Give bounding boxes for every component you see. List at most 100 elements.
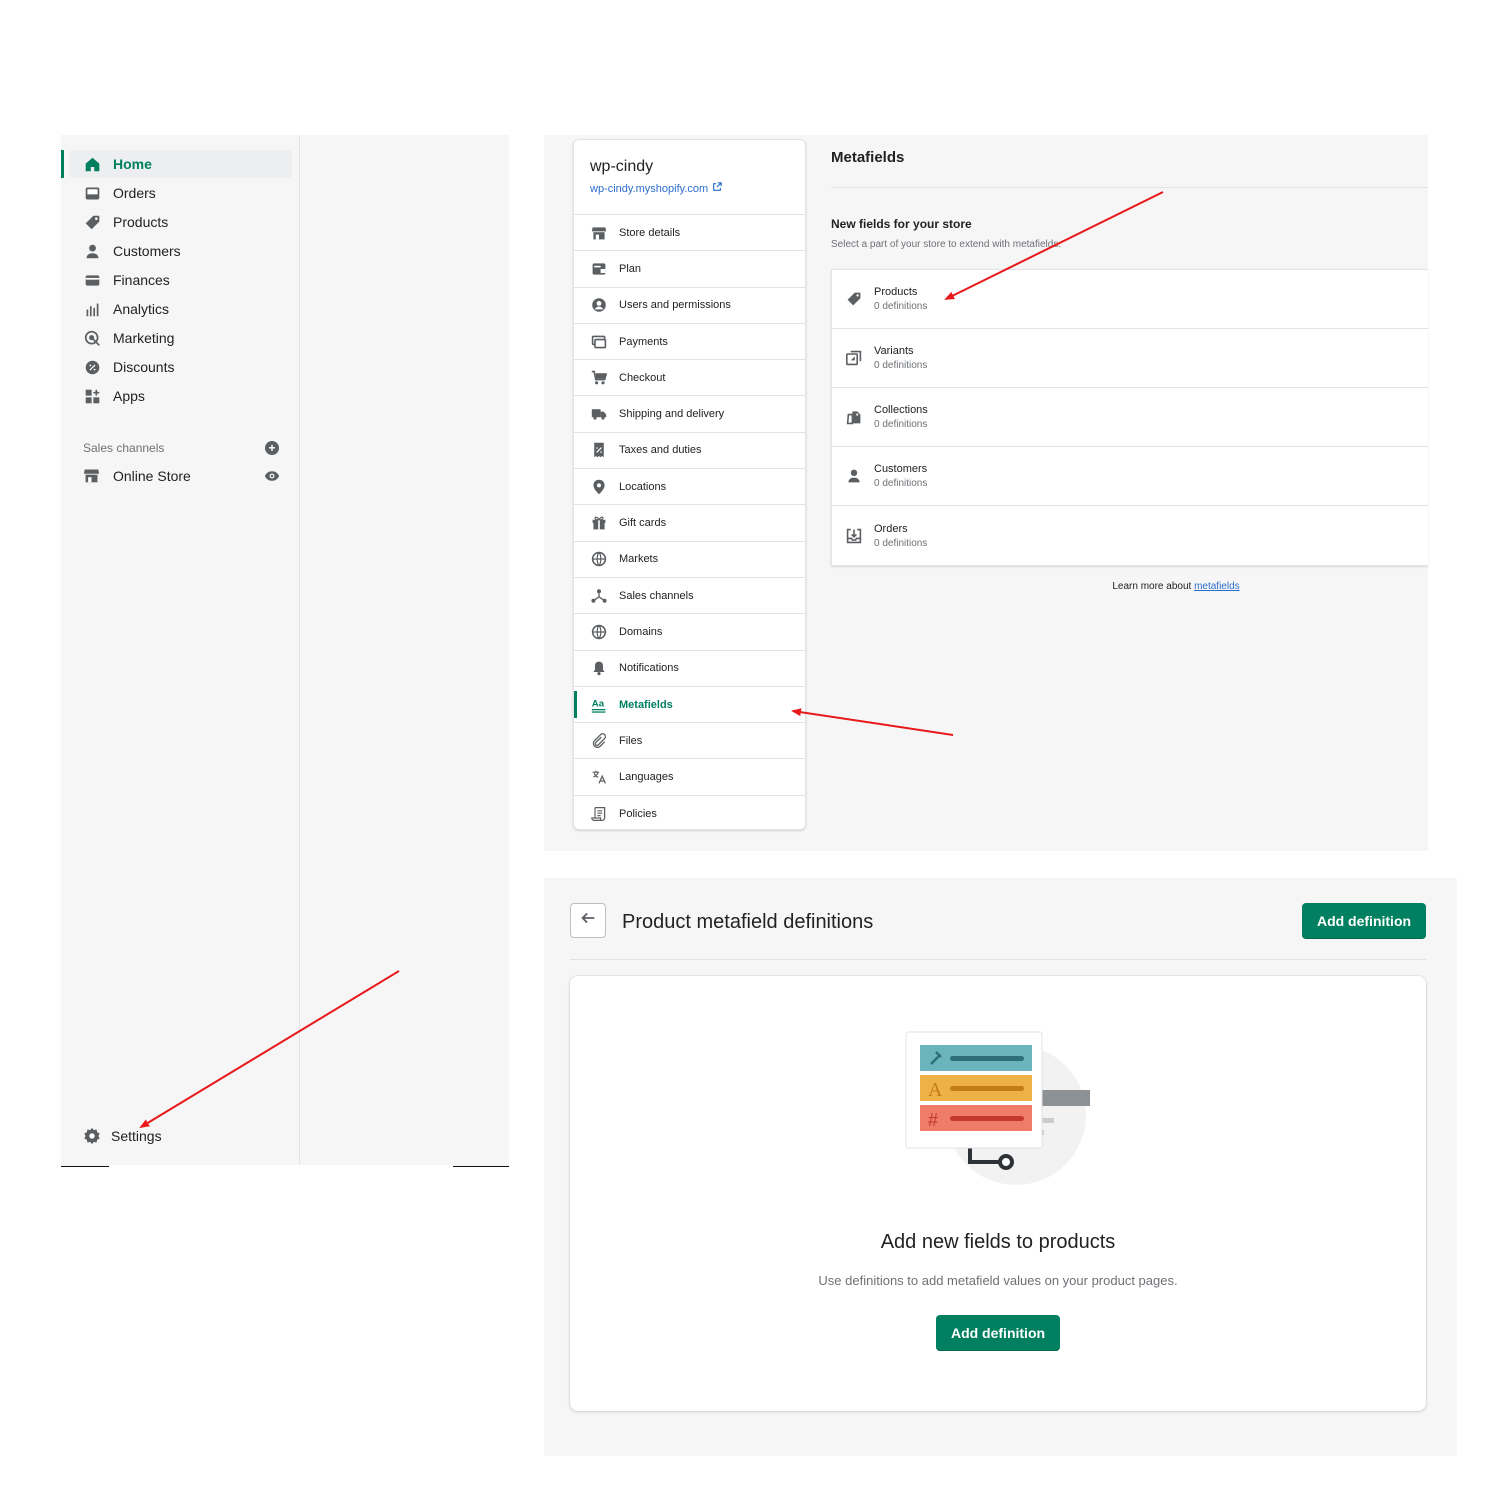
nav-item-finances[interactable]: Finances [69, 266, 292, 294]
globe-icon [590, 623, 608, 641]
bell-icon [590, 659, 608, 677]
metafield-row-variants[interactable]: Variants 0 definitions [832, 329, 1428, 388]
row-title: Variants [874, 345, 914, 357]
nav-item-customers[interactable]: Customers [69, 237, 292, 265]
nav-item-marketing[interactable]: Marketing [69, 324, 292, 352]
eye-icon[interactable] [264, 469, 280, 483]
store-name: wp-cindy [590, 158, 654, 175]
settings-item-plan[interactable]: Plan [574, 251, 805, 288]
learn-more-text: Learn more about metafields [831, 581, 1500, 592]
admin-sidebar-panel: Home Orders Products Customers Finances … [61, 135, 509, 1167]
external-link-icon [712, 182, 722, 195]
nav-item-label: Home [113, 156, 152, 172]
home-icon [83, 155, 101, 173]
nav-item-online-store[interactable]: Online Store [69, 462, 292, 490]
gift-icon [590, 514, 608, 532]
paperclip-icon [590, 732, 608, 750]
settings-item-sales-channels[interactable]: Sales channels [574, 578, 805, 615]
nav-item-analytics[interactable]: Analytics [69, 295, 292, 323]
metafield-row-products[interactable]: Products 0 definitions [832, 270, 1428, 329]
apps-icon [83, 387, 101, 405]
add-definition-button[interactable]: Add definition [1302, 903, 1426, 939]
settings-item-payments[interactable]: Payments [574, 324, 805, 361]
svg-text:#: # [928, 1110, 938, 1130]
settings-item-store-details[interactable]: Store details [574, 215, 805, 252]
settings-item-markets[interactable]: Markets [574, 542, 805, 578]
settings-item-locations[interactable]: Locations [574, 469, 805, 506]
add-channel-icon[interactable]: + [265, 441, 279, 455]
settings-item-gift-cards[interactable]: Gift cards [574, 505, 805, 542]
location-icon [590, 478, 608, 496]
settings-panel: wp-cindy wp-cindy.myshopify.com Store de… [544, 135, 1428, 851]
settings-item-shipping[interactable]: Shipping and delivery [574, 396, 805, 433]
person-icon [83, 242, 101, 260]
metafield-row-orders[interactable]: Orders 0 definitions [832, 506, 1428, 565]
variants-icon [845, 349, 863, 367]
metafields-icon: Aa [590, 696, 608, 714]
tag-icon [83, 213, 101, 231]
divider [831, 187, 1428, 188]
settings-item-label: Locations [619, 480, 667, 493]
finance-icon [83, 271, 101, 289]
settings-item-languages[interactable]: Languages [574, 759, 805, 796]
store-url-link[interactable]: wp-cindy.myshopify.com [590, 182, 789, 195]
settings-item-label: Payments [619, 335, 668, 348]
row-title: Customers [874, 463, 928, 475]
row-count: 0 definitions [874, 478, 928, 489]
settings-item-label: Files [619, 734, 643, 747]
settings-item-taxes[interactable]: Taxes and duties [574, 433, 805, 470]
metafield-resource-list: Products 0 definitions Variants 0 definiti… [831, 269, 1428, 566]
settings-item-label: Store details [619, 226, 681, 239]
empty-state-heading: Add new fields to products [880, 1231, 1116, 1253]
nav-item-label: Analytics [113, 301, 170, 317]
markets-icon [590, 550, 608, 568]
store-url[interactable]: wp-cindy.myshopify.com [590, 183, 708, 195]
orders-icon [83, 184, 101, 202]
back-button[interactable] [570, 903, 606, 938]
metafield-row-collections[interactable]: Collections 0 definitions [832, 388, 1428, 447]
settings-label: Settings [111, 1128, 162, 1144]
nav-item-settings[interactable]: Settings [69, 1122, 292, 1150]
metafields-help-link[interactable]: metafields [1194, 581, 1240, 592]
settings-item-label: Metafields [619, 698, 673, 711]
plan-icon [590, 260, 608, 278]
tax-icon [590, 441, 608, 459]
settings-item-label: Taxes and duties [619, 444, 702, 457]
discount-icon [83, 358, 101, 376]
definitions-panel: Product metafield definitions Add defini… [544, 878, 1457, 1456]
settings-item-metafields[interactable]: Aa Metafields [574, 687, 805, 724]
settings-item-domains[interactable]: Domains [574, 614, 805, 651]
admin-sidebar: Home Orders Products Customers Finances … [61, 135, 300, 1166]
nav-item-orders[interactable]: Orders [69, 179, 292, 207]
translate-icon [590, 768, 608, 786]
user-circle-icon [590, 296, 608, 314]
learn-more-prefix: Learn more about [1112, 581, 1195, 592]
nav-item-label: Orders [113, 185, 156, 201]
nav-item-discounts[interactable]: Discounts [69, 353, 292, 381]
metafield-row-customers[interactable]: Customers 0 definitions [832, 447, 1428, 506]
page-title: Product metafield definitions [622, 911, 874, 933]
nav-item-products[interactable]: Products [69, 208, 292, 236]
add-definition-button[interactable]: Add definition [936, 1315, 1060, 1351]
section-description: Select a part of your store to extend wi… [831, 239, 1062, 250]
svg-text:Aa: Aa [592, 698, 605, 709]
row-title: Products [874, 286, 918, 298]
nav-item-label: Customers [113, 243, 181, 259]
row-count: 0 definitions [874, 360, 928, 371]
store-icon [83, 467, 101, 485]
settings-item-label: Markets [619, 553, 659, 566]
active-indicator [61, 150, 64, 178]
settings-item-policies[interactable]: Policies [574, 796, 805, 829]
settings-item-files[interactable]: Files [574, 723, 805, 760]
settings-item-label: Domains [619, 625, 663, 638]
arrow-left-icon [579, 909, 597, 932]
row-count: 0 definitions [874, 301, 928, 312]
gear-icon [83, 1127, 101, 1145]
settings-item-label: Policies [619, 807, 657, 820]
nav-item-home[interactable]: Home [69, 150, 292, 178]
nav-item-apps[interactable]: Apps [69, 382, 292, 410]
settings-item-notifications[interactable]: Notifications [574, 651, 805, 687]
row-title: Orders [874, 522, 908, 535]
settings-item-users[interactable]: Users and permissions [574, 288, 805, 324]
settings-item-checkout[interactable]: Checkout [574, 360, 805, 397]
